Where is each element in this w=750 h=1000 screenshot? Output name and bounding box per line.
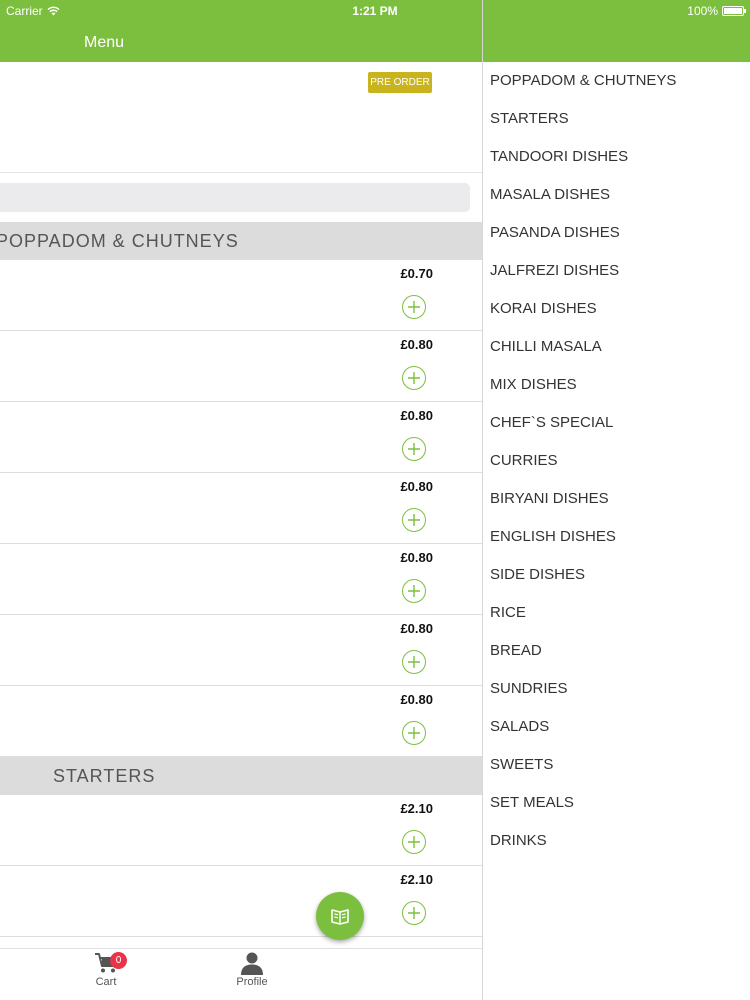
plus-circle-icon	[408, 443, 420, 455]
status-bar: Carrier 1:21 PM 100%	[0, 0, 750, 22]
add-item-button[interactable]	[402, 721, 426, 745]
menu-item-row[interactable]: £2.10	[0, 866, 482, 937]
plus-circle-icon	[408, 514, 420, 526]
item-price: £0.80	[400, 408, 433, 423]
tab-cart[interactable]: 0 Cart	[66, 951, 146, 988]
menu-book-icon	[331, 909, 349, 925]
add-item-button[interactable]	[402, 366, 426, 390]
preorder-badge[interactable]: PRE ORDER	[368, 72, 432, 93]
section-header-starters: STARTERS	[0, 757, 482, 795]
plus-circle-icon	[408, 836, 420, 848]
category-item[interactable]: SWEETS	[490, 746, 553, 784]
battery-icon	[722, 6, 746, 16]
category-item[interactable]: SALADS	[490, 708, 549, 746]
tab-profile-label: Profile	[236, 976, 268, 988]
item-price: £0.80	[400, 337, 433, 352]
item-price: £0.80	[400, 550, 433, 565]
item-price: £2.10	[400, 801, 433, 816]
add-item-button[interactable]	[402, 579, 426, 603]
category-item[interactable]: ENGLISH DISHES	[490, 518, 616, 556]
category-item[interactable]: POPPADOM & CHUTNEYS	[490, 62, 676, 100]
category-item[interactable]: BIRYANI DISHES	[490, 480, 609, 518]
category-menu: POPPADOM & CHUTNEYS STARTERS TANDOORI DI…	[483, 62, 750, 1000]
header-divider	[0, 172, 482, 173]
category-item[interactable]: SET MEALS	[490, 784, 574, 822]
add-item-button[interactable]	[402, 901, 426, 925]
category-item[interactable]: MIX DISHES	[490, 366, 577, 404]
plus-circle-icon	[408, 301, 420, 313]
category-item[interactable]: MASALA DISHES	[490, 176, 610, 214]
menu-item-row[interactable]: £0.80	[0, 686, 482, 757]
add-item-button[interactable]	[402, 437, 426, 461]
category-item[interactable]: KORAI DISHES	[490, 290, 597, 328]
category-item[interactable]: CHEF`S SPECIAL	[490, 404, 613, 442]
tab-profile[interactable]: Profile	[212, 951, 292, 988]
menu-item-row[interactable]: £0.80	[0, 402, 482, 473]
person-icon	[241, 952, 263, 975]
nav-title: Menu	[84, 34, 125, 51]
menu-fab-button[interactable]	[316, 892, 364, 940]
category-item[interactable]: RICE	[490, 594, 526, 632]
battery-indicator: 100%	[687, 4, 746, 18]
tab-cart-label: Cart	[95, 976, 117, 988]
menu-item-row[interactable]: £0.70	[0, 260, 482, 331]
top-bar: Carrier 1:21 PM 100% Menu	[0, 0, 750, 62]
category-item[interactable]: SIDE DISHES	[490, 556, 585, 594]
cart-count-badge: 0	[110, 952, 127, 969]
category-item[interactable]: CURRIES	[490, 442, 558, 480]
category-item[interactable]: BREAD	[490, 632, 542, 670]
menu-item-row[interactable]: £0.80	[0, 544, 482, 615]
plus-circle-icon	[408, 585, 420, 597]
item-price: £0.80	[400, 692, 433, 707]
category-item[interactable]: TANDOORI DISHES	[490, 138, 628, 176]
add-item-button[interactable]	[402, 650, 426, 674]
category-item[interactable]: PASANDA DISHES	[490, 214, 620, 252]
plus-circle-icon	[408, 372, 420, 384]
menu-item-row[interactable]: £0.80	[0, 473, 482, 544]
add-item-button[interactable]	[402, 508, 426, 532]
menu-item-row[interactable]: £0.80	[0, 615, 482, 686]
search-bar[interactable]	[0, 183, 470, 212]
battery-label: 100%	[687, 4, 718, 18]
plus-circle-icon	[408, 727, 420, 739]
menu-item-row[interactable]: £0.80	[0, 331, 482, 402]
add-item-button[interactable]	[402, 295, 426, 319]
item-price: £0.80	[400, 621, 433, 636]
category-item[interactable]: CHILLI MASALA	[490, 328, 602, 366]
item-price: £0.70	[400, 266, 433, 281]
plus-circle-icon	[408, 656, 420, 668]
category-item[interactable]: SUNDRIES	[490, 670, 568, 708]
tab-bar: 0 Cart Profile	[0, 948, 482, 1000]
item-price: £0.80	[400, 479, 433, 494]
menu-items-panel: PRE ORDER POPPADOM & CHUTNEYS £0.70 £0.8…	[0, 62, 482, 1000]
item-price: £2.10	[400, 872, 433, 887]
status-time: 1:21 PM	[352, 4, 398, 18]
plus-circle-icon	[408, 907, 420, 919]
category-item[interactable]: JALFREZI DISHES	[490, 252, 619, 290]
section-header-poppadom: POPPADOM & CHUTNEYS	[0, 222, 482, 260]
menu-item-row[interactable]: £2.10	[0, 795, 482, 866]
category-item[interactable]: STARTERS	[490, 100, 569, 138]
category-item[interactable]: DRINKS	[490, 822, 547, 860]
add-item-button[interactable]	[402, 830, 426, 854]
